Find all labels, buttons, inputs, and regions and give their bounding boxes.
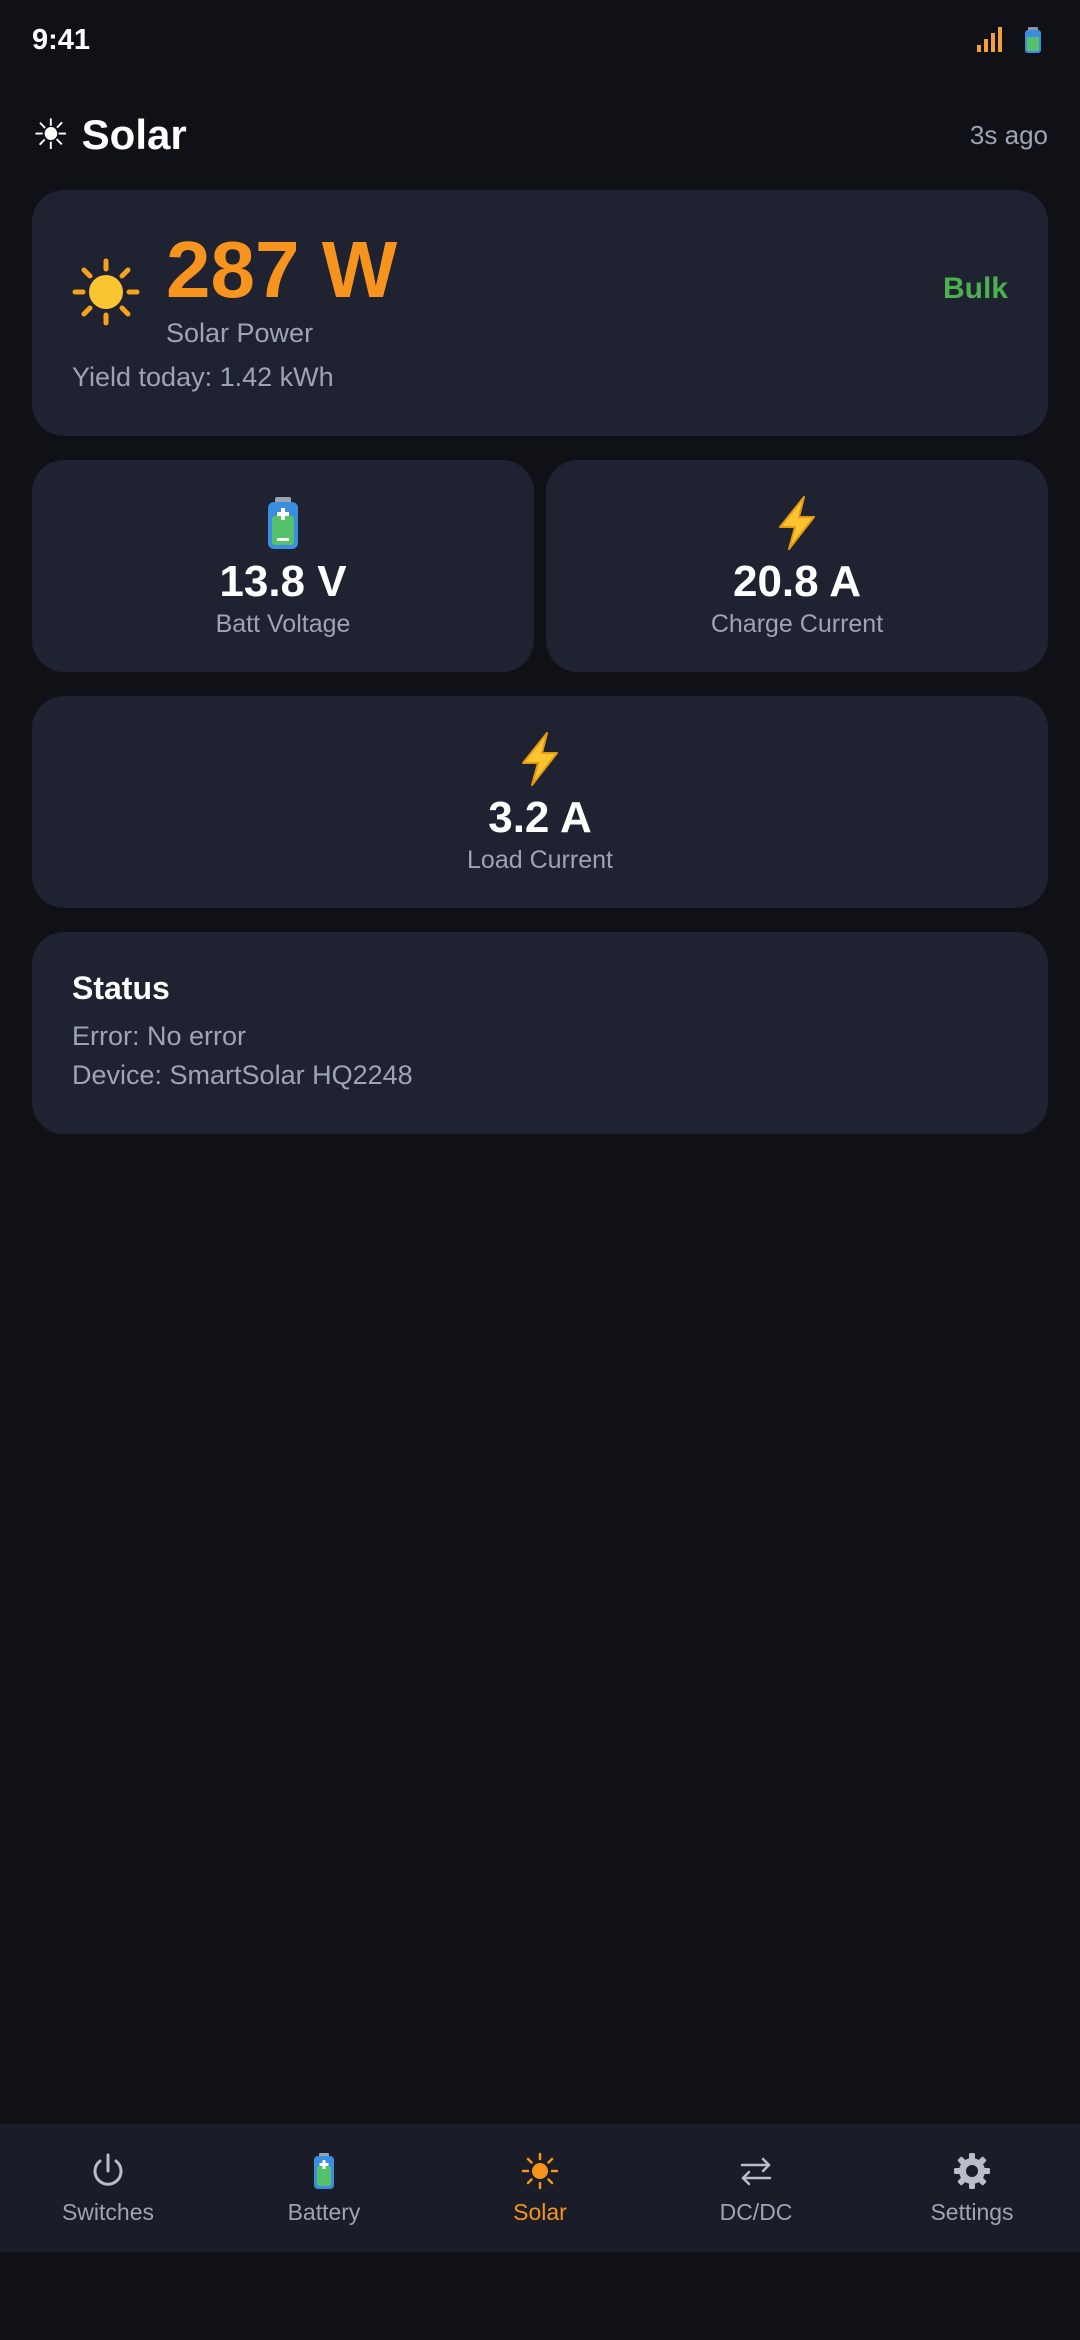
solar-power-value: 287 W (166, 225, 398, 314)
swap-arrows-icon (740, 2157, 772, 2185)
status-error: Error: No error (72, 1021, 247, 1051)
solar-screen: 9:41 ☀ Solar 3s ago 287 W Solar Power Bu… (0, 0, 1080, 2340)
page-title: Solar (81, 111, 187, 158)
battery-icon (314, 2152, 334, 2189)
sun-icon: ☀ (32, 111, 70, 158)
nav-solar[interactable]: Solar (450, 2151, 630, 2226)
page-header: ☀ Solar 3s ago (32, 105, 1048, 165)
lightning-icon (779, 496, 815, 550)
system-icons (974, 25, 1048, 55)
solar-power-label: Solar Power (166, 318, 314, 348)
power-row: 287 W Solar Power (72, 230, 397, 349)
nav-settings[interactable]: Settings (882, 2151, 1062, 2226)
load-current-label: Load Current (467, 846, 613, 875)
signal-icon (977, 27, 1002, 52)
nav-label-solar: Solar (513, 2198, 567, 2225)
nav-battery[interactable]: Battery (234, 2151, 414, 2226)
nav-label-settings: Settings (930, 2198, 1014, 2225)
status-device: Device: SmartSolar HQ2248 (72, 1060, 413, 1090)
battery-icon (268, 497, 298, 549)
load-current-card: 3.2 A Load Current (32, 696, 1048, 908)
nav-label-switches: Switches (61, 2198, 155, 2225)
lightning-icon (522, 732, 558, 786)
yield-today: Yield today: 1.42 kWh (72, 362, 334, 392)
battery-status-icon (1025, 27, 1041, 53)
status-time: 9:41 (32, 23, 91, 56)
sun-icon (521, 2152, 559, 2189)
power-text: 287 W Solar Power (166, 230, 397, 349)
status-card: Status Error: No error Device: SmartSola… (32, 932, 1048, 1134)
sun-icon (72, 258, 140, 326)
charge-state-badge: Bulk (942, 272, 1008, 305)
power-icon (93, 2153, 123, 2186)
status-title: Status (72, 970, 170, 1006)
load-current-value: 3.2 A (488, 793, 592, 842)
charge-current-card: 20.8 A Charge Current (546, 460, 1048, 672)
solar-power-card: 287 W Solar Power Bulk Yield today: 1.42… (32, 190, 1048, 436)
bottom-nav: Switches Battery Solar DC/DC Settings (0, 2124, 1080, 2252)
last-updated: 3s ago (969, 119, 1048, 150)
batt-voltage-label: Batt Voltage (215, 610, 351, 639)
charge-current-label: Charge Current (710, 610, 884, 639)
title-group: ☀ Solar (32, 111, 187, 159)
batt-voltage-value: 13.8 V (219, 557, 347, 606)
nav-label-battery: Battery (287, 2198, 361, 2225)
nav-dcdc[interactable]: DC/DC (666, 2151, 846, 2226)
gear-icon (954, 2152, 990, 2189)
status-bar: 9:41 (0, 0, 1080, 80)
nav-switches[interactable]: Switches (18, 2151, 198, 2226)
batt-voltage-card: 13.8 V Batt Voltage (32, 460, 534, 672)
nav-label-dcdc: DC/DC (719, 2198, 793, 2225)
charge-current-value: 20.8 A (732, 557, 861, 606)
